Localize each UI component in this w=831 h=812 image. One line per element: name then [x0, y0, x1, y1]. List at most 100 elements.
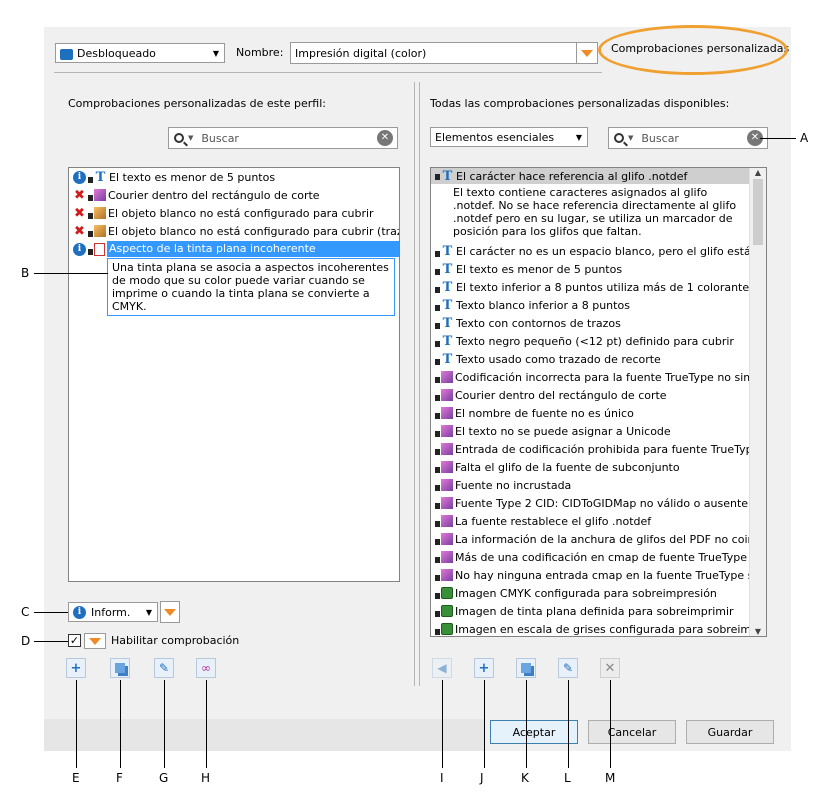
callout-c: C: [21, 605, 30, 619]
accept-button[interactable]: Aceptar: [490, 720, 578, 744]
callout-f: F: [116, 771, 123, 785]
list-item[interactable]: La información de la anchura de glifos d…: [431, 530, 766, 548]
list-item-label: Courier dentro del rectángulo de corte: [455, 388, 667, 402]
duplicate-check-button[interactable]: [110, 658, 130, 678]
lock-icon: [435, 485, 440, 491]
list-item[interactable]: La fuente restablece el glifo .notdef: [431, 512, 749, 530]
list-item[interactable]: Fuente no incrustada: [431, 476, 749, 494]
enable-check-checkbox[interactable]: ✓: [68, 634, 81, 647]
text-type-icon: T: [442, 261, 453, 277]
list-item[interactable]: T Texto usado como trazado de recorte: [431, 350, 749, 368]
unlock-icon: [60, 49, 73, 60]
scrollbar[interactable]: ▲ ▼: [749, 168, 766, 636]
callout-g: G: [159, 771, 169, 785]
callout-line-e: [76, 680, 77, 768]
list-item[interactable]: ✖ El objeto blanco no está configurado p…: [69, 204, 399, 222]
font-type-icon: [441, 461, 453, 473]
list-item[interactable]: Courier dentro del rectángulo de corte: [431, 386, 749, 404]
severity-dropdown[interactable]: i Inform. ▼: [68, 602, 158, 622]
font-type-icon: [94, 189, 106, 201]
list-item-selected[interactable]: i Aspecto de la tinta plana incoherente: [69, 240, 399, 258]
link-icon: ∞: [201, 661, 211, 675]
list-item[interactable]: Imagen CMYK configurada para sobreimpres…: [431, 584, 749, 602]
right-search-placeholder: Buscar: [641, 131, 679, 145]
list-item-label: Entrada de codificación prohibida para f…: [455, 442, 767, 456]
list-item[interactable]: T El carácter no es un espacio blanco, pe…: [431, 242, 766, 260]
lock-icon: [435, 341, 440, 347]
list-item[interactable]: T El texto es menor de 5 puntos: [431, 260, 749, 278]
left-search-input[interactable]: ▼ Buscar ✕: [168, 127, 398, 149]
text-type-icon: T: [442, 297, 453, 313]
list-item-label: El objeto blanco no está configurado par…: [108, 224, 400, 238]
lock-icon: [88, 195, 93, 201]
list-item[interactable]: El texto no se puede asignar a Unicode: [431, 422, 749, 440]
lock-icon: [435, 503, 440, 509]
list-item-label: El objeto blanco no está configurado par…: [108, 206, 374, 220]
lock-icon: [435, 287, 440, 293]
font-type-icon: [441, 497, 453, 509]
info-icon: i: [73, 242, 86, 256]
list-item[interactable]: Codificación incorrecta para la fuente T…: [431, 368, 766, 386]
scroll-down-icon[interactable]: ▼: [750, 627, 766, 636]
available-checks-rows-list: T El carácter no es un espacio blanco, pe…: [431, 242, 766, 636]
pencil-icon: ✎: [158, 661, 170, 675]
object-type-icon: [94, 225, 106, 237]
callout-line-k: [526, 680, 527, 768]
enable-options-button[interactable]: [84, 633, 106, 649]
plus-icon: +: [70, 660, 82, 676]
scroll-up-icon[interactable]: ▲: [750, 168, 766, 177]
lock-icon: [435, 251, 440, 257]
delete-check-button[interactable]: ✕: [600, 658, 620, 678]
new-check-button[interactable]: +: [66, 658, 86, 678]
duplicate-check-button[interactable]: [516, 658, 536, 678]
font-type-icon: [441, 569, 453, 581]
edit-check-button[interactable]: ✎: [558, 658, 578, 678]
callout-h: H: [201, 771, 211, 785]
list-item[interactable]: Falta el glifo de la fuente de subconjun…: [431, 458, 749, 476]
lock-dropdown[interactable]: Desbloqueado ▼: [55, 43, 225, 63]
unlink-check-button[interactable]: ∞: [196, 658, 216, 678]
callout-line-f: [120, 680, 121, 768]
list-item[interactable]: Fuente Type 2 CID: CIDToGIDMap no válido…: [431, 494, 749, 512]
list-item[interactable]: T El texto inferior a 8 puntos utiliza má…: [431, 278, 766, 296]
list-item[interactable]: T Texto con contornos de trazos: [431, 314, 749, 332]
text-type-icon: T: [442, 333, 453, 349]
list-item[interactable]: Imagen de tinta plana definida para sobr…: [431, 602, 749, 620]
left-checks-list[interactable]: i T El texto es menor de 5 puntos ✖ Cour…: [68, 167, 400, 582]
lock-icon: [435, 449, 440, 455]
list-item[interactable]: ✖ El objeto blanco no está configurado p…: [69, 222, 399, 240]
chevron-down-icon: ▼: [628, 134, 634, 142]
name-dropdown-button[interactable]: [576, 43, 597, 63]
available-checks-list[interactable]: ▲ ▼ T El carácter hace referencia al gli…: [430, 167, 767, 637]
add-to-profile-button[interactable]: ◀: [432, 658, 452, 678]
name-label: Nombre:: [236, 46, 284, 59]
right-search-input[interactable]: ▼ Buscar ✕: [608, 127, 768, 149]
list-item-selected[interactable]: T El carácter hace referencia al glifo .…: [431, 168, 749, 184]
list-item[interactable]: Más de una codificación en cmap de fuent…: [431, 548, 766, 566]
scrollbar-thumb[interactable]: [753, 179, 763, 245]
list-item[interactable]: No hay ninguna entrada cmap en la fuente…: [431, 566, 766, 584]
clear-icon[interactable]: ✕: [377, 130, 393, 146]
list-item[interactable]: El nombre de fuente no es único: [431, 404, 749, 422]
list-item[interactable]: i T El texto es menor de 5 puntos: [69, 168, 399, 186]
list-item-label: El nombre de fuente no es único: [455, 406, 634, 420]
lock-icon: [435, 467, 440, 473]
lock-icon: [435, 174, 440, 180]
name-combo[interactable]: Impresión digital (color): [290, 42, 598, 64]
save-button[interactable]: Guardar: [686, 720, 774, 744]
item-description-tooltip: Una tinta plana se asocia a aspectos inc…: [107, 258, 395, 316]
list-item[interactable]: ✖ Courier dentro del rectángulo de corte: [69, 186, 399, 204]
list-item[interactable]: T Texto blanco inferior a 8 puntos: [431, 296, 749, 314]
edit-check-button[interactable]: ✎: [154, 658, 174, 678]
list-item[interactable]: Entrada de codificación prohibida para f…: [431, 440, 766, 458]
severity-options-button[interactable]: [160, 601, 180, 623]
list-item[interactable]: Imagen en escala de grises configurada p…: [431, 620, 766, 636]
list-item[interactable]: T Texto negro pequeño (<12 pt) definido p…: [431, 332, 749, 350]
bottom-bar: [44, 719, 484, 751]
list-item-label: El texto es menor de 5 puntos: [109, 170, 276, 184]
cancel-button[interactable]: Cancelar: [588, 720, 676, 744]
new-check-button[interactable]: +: [474, 658, 494, 678]
category-filter-dropdown[interactable]: Elementos esenciales ▼: [430, 127, 588, 147]
callout-line-d: [34, 641, 68, 642]
panel-divider: [414, 82, 415, 686]
